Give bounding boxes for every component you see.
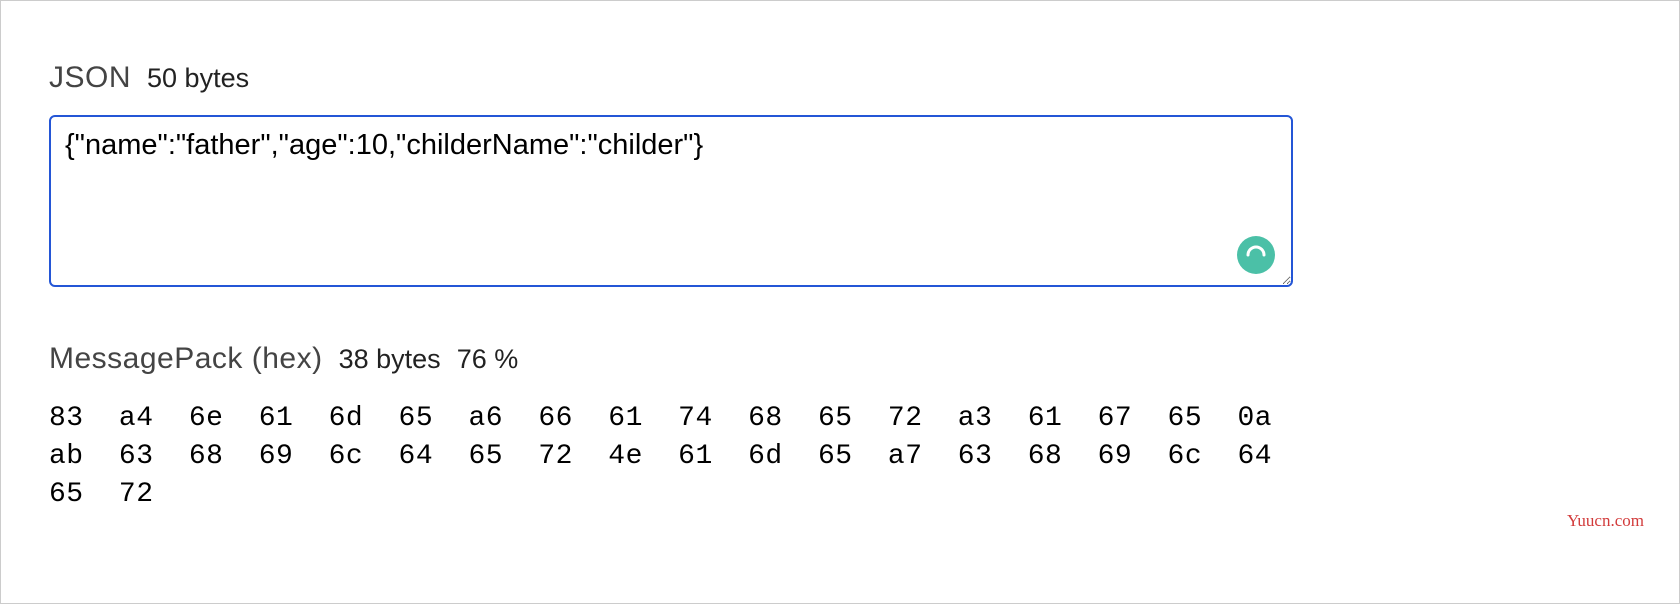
json-header: JSON 50 bytes bbox=[49, 61, 1631, 95]
msgpack-header: MessagePack (hex) 38 bytes 76 % bbox=[49, 342, 1631, 376]
msgpack-label: MessagePack (hex) bbox=[49, 342, 323, 376]
json-label: JSON bbox=[49, 61, 131, 95]
hex-output: 83 a4 6e 61 6d 65 a6 66 61 74 68 65 72 a… bbox=[49, 400, 1289, 513]
json-byte-count: 50 bytes bbox=[147, 63, 249, 94]
msgpack-byte-count: 38 bytes bbox=[339, 344, 441, 375]
main-container: JSON 50 bytes MessagePack (hex) 38 bytes… bbox=[1, 1, 1679, 553]
json-input-wrapper bbox=[49, 115, 1293, 292]
msgpack-percent: 76 % bbox=[457, 344, 519, 375]
watermark: Yuucn.com bbox=[1567, 511, 1644, 531]
json-input[interactable] bbox=[49, 115, 1293, 287]
valid-check-icon bbox=[1237, 236, 1275, 274]
